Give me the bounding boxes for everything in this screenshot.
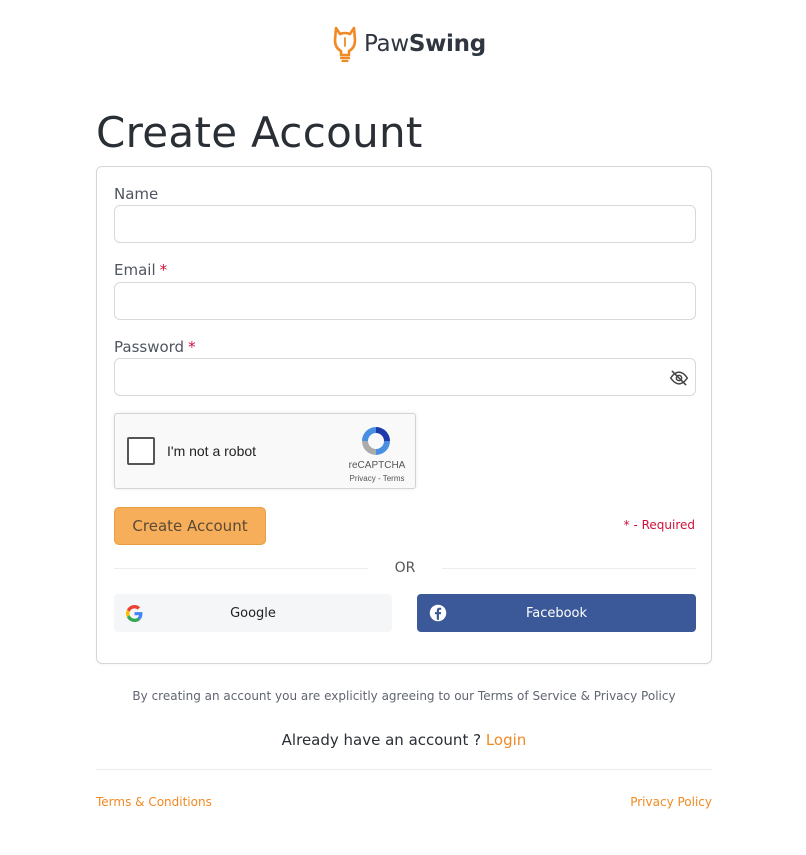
footer-divider <box>96 769 712 770</box>
email-input[interactable] <box>114 282 696 320</box>
recaptcha-icon <box>362 427 390 455</box>
password-label-text: Password <box>114 338 185 356</box>
agreement-text: By creating an account you are explicitl… <box>132 689 676 703</box>
required-note: * - Required <box>623 518 695 532</box>
recaptcha-label: I'm not a robot <box>167 443 257 459</box>
cat-lightbulb-icon <box>333 26 357 63</box>
google-icon <box>126 605 143 622</box>
recaptcha-privacy-link[interactable]: Privacy <box>350 474 376 483</box>
recaptcha-brand: reCAPTCHA <box>348 460 406 471</box>
brand-name-part2: Swing <box>408 31 486 57</box>
terms-conditions-link[interactable]: Terms & Conditions <box>96 795 212 809</box>
google-button-label: Google <box>230 605 276 621</box>
privacy-policy-link[interactable]: Privacy Policy <box>630 795 712 809</box>
or-divider-right <box>442 568 696 569</box>
login-link[interactable]: Login <box>486 731 526 749</box>
page-title: Create Account <box>96 108 423 157</box>
or-divider-left <box>114 568 368 569</box>
password-field[interactable] <box>114 358 696 396</box>
login-prompt: Already have an account ? Login <box>96 731 712 749</box>
brand-name: PawSwing <box>364 31 486 57</box>
required-marker: * <box>159 261 168 279</box>
brand-name-part1: Paw <box>364 31 409 57</box>
recaptcha-checkbox[interactable] <box>127 437 155 465</box>
brand-logo[interactable]: PawSwing <box>330 24 486 64</box>
facebook-icon <box>429 604 447 622</box>
create-account-button[interactable]: Create Account <box>114 507 266 545</box>
google-signin-button[interactable]: Google <box>114 594 392 632</box>
facebook-signin-button[interactable]: Facebook <box>417 594 696 632</box>
recaptcha-links: Privacy - Terms <box>341 474 413 483</box>
name-label-text: Name <box>114 185 159 203</box>
recaptcha-link-separator: - <box>377 474 381 483</box>
required-marker: * <box>188 338 196 356</box>
signup-form-card: Name Email * Password * I'm not a robot re… <box>96 166 712 664</box>
email-label-text: Email <box>114 261 156 279</box>
name-input[interactable] <box>114 205 696 243</box>
name-label: Name <box>114 185 158 203</box>
eye-off-icon[interactable] <box>669 368 689 388</box>
email-label: Email * <box>114 261 167 279</box>
recaptcha-widget: I'm not a robot reCAPTCHA Privacy - Term… <box>114 413 416 489</box>
or-text: OR <box>394 560 416 576</box>
password-label: Password * <box>114 338 196 356</box>
login-prompt-text: Already have an account ? <box>281 731 482 749</box>
facebook-button-label: Facebook <box>525 605 588 621</box>
recaptcha-terms-link[interactable]: Terms <box>383 474 405 483</box>
